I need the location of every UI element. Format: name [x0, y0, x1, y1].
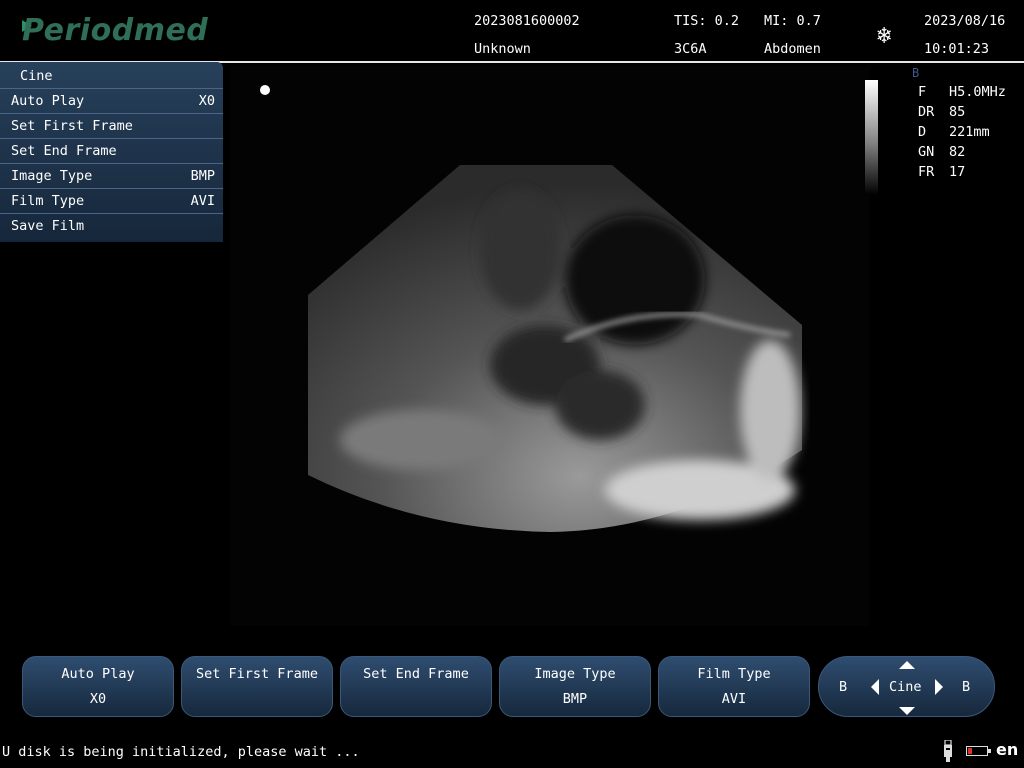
probe-model: 3C6A [674, 41, 707, 57]
button-label: Set First Frame [196, 666, 318, 682]
status-message: U disk is being initialized, please wait… [2, 744, 360, 760]
cine-navigation-pad[interactable]: B Cine B [818, 656, 995, 717]
film-type-button[interactable]: Film Type AVI [658, 656, 810, 717]
usb-icon [944, 740, 952, 762]
arrow-down-icon[interactable] [899, 707, 915, 715]
button-value: X0 [89, 691, 107, 707]
exam-date: 2023/08/16 [924, 13, 1006, 29]
param-key: DR [918, 104, 935, 120]
patient-name: Unknown [474, 41, 531, 57]
language-indicator[interactable]: en [996, 740, 1018, 760]
cine-menu-title: Cine [20, 68, 53, 84]
orientation-marker-dot [260, 85, 270, 95]
freeze-snowflake-icon: ❄ [877, 21, 892, 49]
grayscale-bar [865, 80, 878, 195]
menu-item-value: X0 [198, 93, 215, 109]
nav-left-label: B [839, 679, 848, 695]
menu-item-image-type[interactable]: Image Type BMP [0, 163, 223, 188]
menu-item-label: Image Type [11, 168, 93, 184]
menu-item-label: Set End Frame [11, 143, 117, 159]
nav-center-label: Cine [889, 679, 922, 695]
button-label: Image Type [534, 666, 616, 682]
battery-level [968, 748, 972, 754]
imaging-mode-label: B [912, 66, 920, 80]
menu-item-label: Save Film [11, 218, 85, 234]
arrow-up-icon[interactable] [899, 661, 915, 669]
menu-item-auto-play[interactable]: Auto Play X0 [0, 88, 223, 113]
param-key: FR [918, 164, 935, 180]
button-value: AVI [721, 691, 747, 707]
button-label: Set End Frame [363, 666, 469, 682]
ultrasound-sector-image [308, 165, 802, 532]
menu-item-set-first-frame[interactable]: Set First Frame [0, 113, 223, 138]
button-label: Auto Play [61, 666, 135, 682]
nav-right-label: B [962, 679, 971, 695]
button-value: BMP [562, 691, 588, 707]
menu-item-film-type[interactable]: Film Type AVI [0, 188, 223, 213]
arrow-right-icon[interactable] [935, 679, 943, 695]
param-value: 82 [949, 144, 966, 160]
menu-item-label: Film Type [11, 193, 85, 209]
param-key: D [918, 124, 927, 140]
patient-id: 2023081600002 [474, 13, 580, 29]
menu-item-value: BMP [190, 168, 215, 184]
menu-item-set-end-frame[interactable]: Set End Frame [0, 138, 223, 163]
menu-item-save-film[interactable]: Save Film [0, 213, 223, 238]
exam-type: Abdomen [764, 41, 821, 57]
param-value: 221mm [949, 124, 990, 140]
button-label: Film Type [697, 666, 771, 682]
arrow-left-icon[interactable] [871, 679, 879, 695]
mi-value: MI: 0.7 [764, 13, 821, 29]
auto-play-button[interactable]: Auto Play X0 [22, 656, 174, 717]
set-end-frame-button[interactable]: Set End Frame [340, 656, 492, 717]
param-value: 85 [949, 104, 966, 120]
brand-logo: Periodmed [22, 13, 209, 48]
exam-time: 10:01:23 [924, 41, 990, 57]
param-key: F [918, 84, 927, 100]
set-first-frame-button[interactable]: Set First Frame [181, 656, 333, 717]
battery-icon [966, 746, 991, 756]
cine-menu-panel: Cine Auto Play X0 Set First Frame Set En… [0, 62, 223, 242]
menu-item-label: Set First Frame [11, 118, 133, 134]
menu-item-value: AVI [190, 193, 215, 209]
param-value: 17 [949, 164, 966, 180]
menu-item-label: Auto Play [11, 93, 85, 109]
param-key: GN [918, 144, 935, 160]
param-value: H5.0MHz [949, 84, 1006, 100]
tis-value: TIS: 0.2 [674, 13, 740, 29]
image-type-button[interactable]: Image Type BMP [499, 656, 651, 717]
